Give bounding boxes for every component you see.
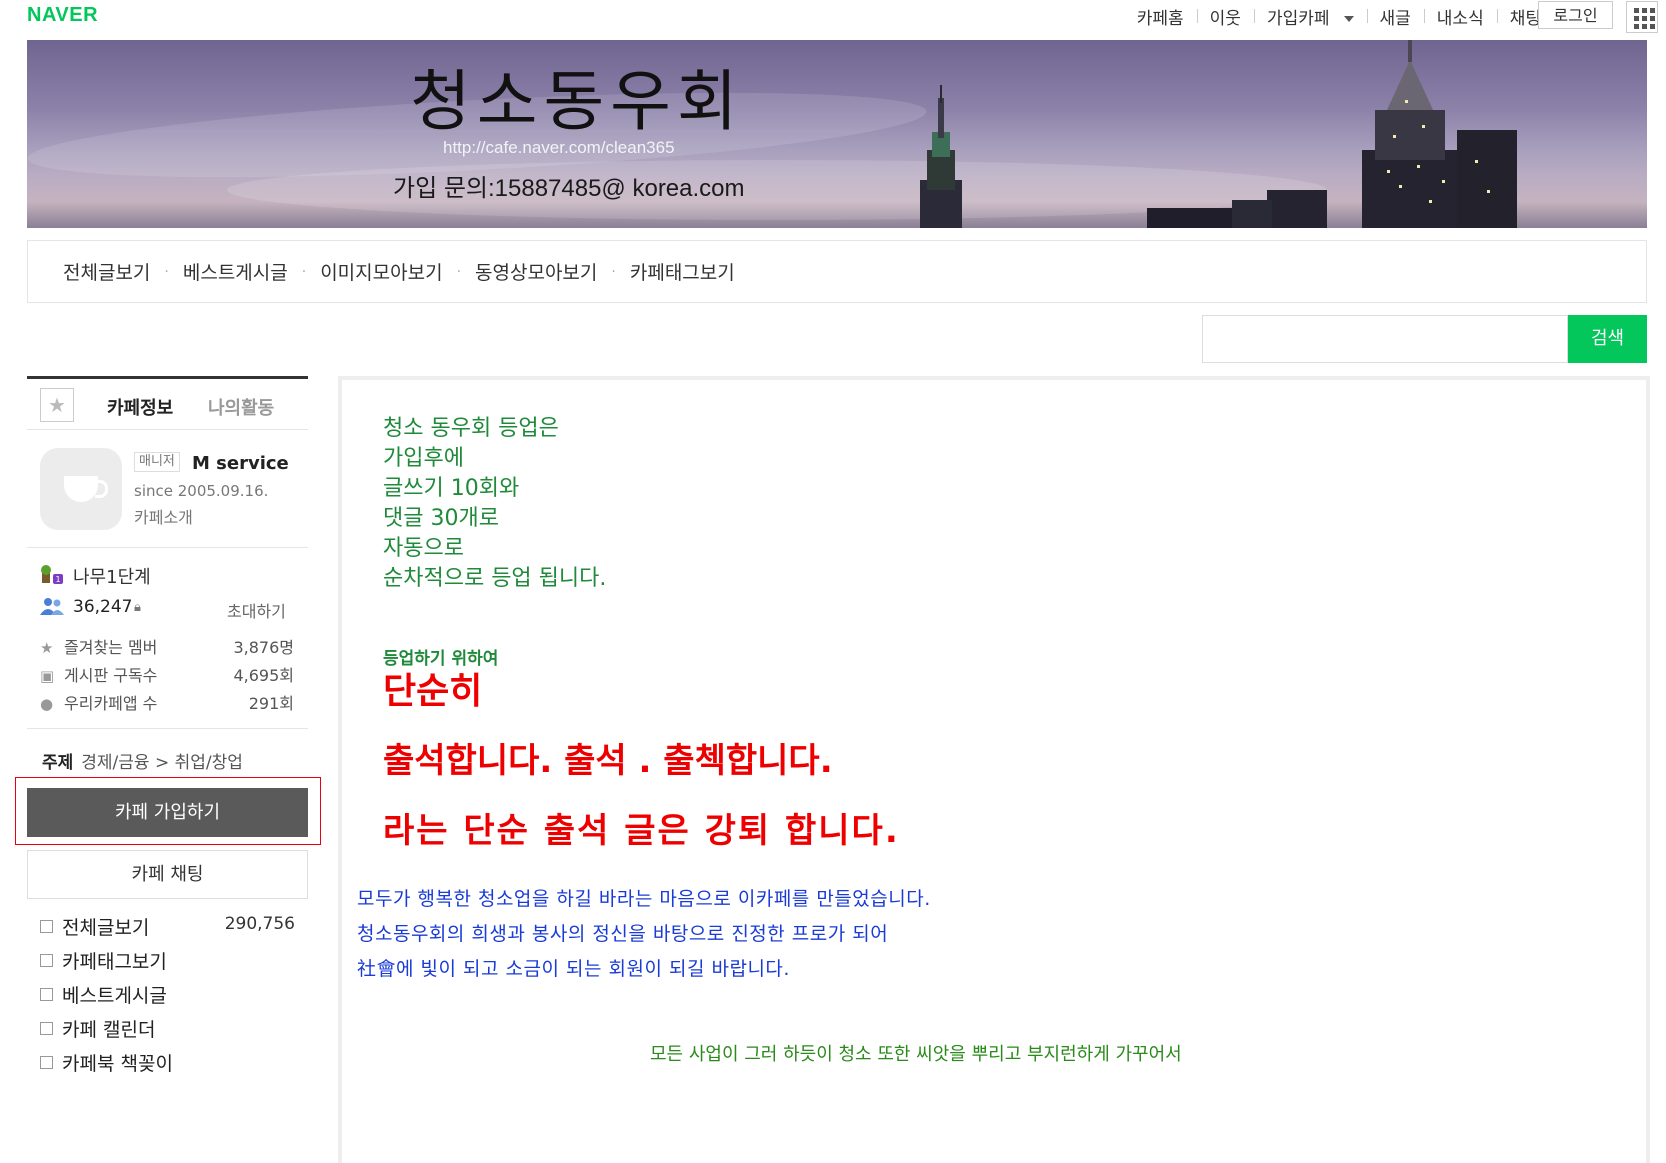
cafe-mission: 모두가 행복한 청소업을 하길 바라는 마음으로 이카페를 만들었습니다. 청소… [357,888,931,980]
warning-line-3: 라는 단순 출석 글은 강퇴 합니다. [383,811,900,851]
menu-separator: · [164,263,169,280]
menu-separator: · [611,263,616,280]
cafe-menubar: 전체글보기 · 베스트게시글 · 이미지모아보기 · 동영상모아보기 · 카페태… [27,240,1647,303]
member-count[interactable]: 36,247 [73,597,132,617]
banner-contact: 가입 문의:15887485@ korea.com [393,175,745,202]
apps-grid-icon[interactable] [1626,1,1658,33]
app-icon: ● [40,695,54,713]
cafe-intro-link[interactable]: 카페소개 [134,504,193,528]
join-cafe-button[interactable]: 카페 가입하기 [27,788,308,837]
stat-favorite-members: ★ 즐겨찾는 멤버 3,876명 [40,638,294,657]
level-icon: 1 [41,565,63,584]
nav-joined-cafes-label: 가입카페 [1266,8,1330,29]
lock-icon: 🔒︎ [134,600,141,615]
divider [27,547,308,548]
manager-name[interactable]: M service [192,453,289,474]
calendar-icon [40,1022,53,1035]
invite-button[interactable]: 초대하기 [227,598,286,622]
menu-images[interactable]: 이미지모아보기 [320,258,442,285]
banner-title: 청소동우회 [410,63,744,140]
tab-cafe-info[interactable]: 카페정보 [107,394,173,420]
book-icon [40,1056,53,1069]
sidebar-tabs: ★ 카페정보 나의활동 [27,376,308,430]
tab-my-activity[interactable]: 나의활동 [208,394,274,420]
topic-value[interactable]: 경제/금융 > 취업/창업 [81,753,243,773]
naver-logo[interactable]: NAVER [27,4,98,27]
star-icon[interactable]: ★ [40,388,74,422]
nav-new-posts[interactable]: 새글 [1366,4,1424,29]
topic-label: 주제 [42,753,74,773]
dropdown-caret-icon [1343,15,1354,22]
cafe-chat-button[interactable]: 카페 채팅 [27,850,308,899]
menu-videos[interactable]: 동영상모아보기 [475,258,597,285]
closing-text: 모든 사업이 그러 하듯이 청소 또한 씨앗을 뿌리고 부지런하게 가꾸어서 [650,1044,1182,1065]
sidebar-item-best[interactable]: 베스트게시글 [40,981,295,1015]
nav-neighbors[interactable]: 이웃 [1196,4,1254,29]
nav-my-news[interactable]: 내소식 [1423,4,1497,29]
cafe-topic: 주제 경제/금융 > 취업/창업 [42,748,243,773]
menu-separator: · [301,263,307,280]
star-small-icon: ★ [40,639,54,657]
members-icon [40,598,64,615]
stat-cafe-app: ● 우리카페앱 수 291회 [40,694,294,713]
cup-icon [64,476,98,502]
sidebar-item-all-posts[interactable]: 전체글보기 290,756 [40,913,295,947]
search-button[interactable]: 검색 [1568,315,1647,363]
menu-best-posts[interactable]: 베스트게시글 [183,258,288,285]
skyline-image [920,40,1517,228]
cafe-thumbnail[interactable] [40,448,122,530]
manager-badge: 매니저 [134,452,180,472]
menu-separator: · [456,263,462,280]
banner-url: http://cafe.naver.com/clean365 [443,138,675,157]
sidebar-menu: 전체글보기 290,756 카페태그보기 베스트게시글 카페 캘린더 카페북 책꽂… [40,913,295,1083]
menu-tags[interactable]: 카페태그보기 [630,258,735,285]
board-icon [40,988,53,1001]
svg-text:1: 1 [55,575,60,584]
sidebar-item-bookshelf[interactable]: 카페북 책꽂이 [40,1049,295,1083]
nav-joined-cafes[interactable]: 가입카페 [1253,4,1367,29]
warning-line-2: 출석합니다. 출석 . 출첵합니다. [383,741,833,781]
sidebar-item-calendar[interactable]: 카페 캘린더 [40,1015,295,1049]
login-button[interactable]: 로그인 [1538,1,1613,29]
rss-icon: ▣ [40,667,55,685]
board-icon [40,920,53,933]
since-date: since 2005.09.16. [134,482,269,500]
search-input[interactable] [1202,315,1568,363]
cafe-level[interactable]: 나무1단계 [73,563,151,589]
global-nav: 카페홈 이웃 가입카페 새글 내소식 채팅 [1124,0,1554,32]
sidebar-item-tags[interactable]: 카페태그보기 [40,947,295,981]
menu-all-posts[interactable]: 전체글보기 [63,258,150,285]
levelup-notice: 청소 동우회 등업은 가입후에 글쓰기 10회와 댓글 30개로 자동으로 순차… [383,416,607,591]
cafe-banner[interactable]: 청소동우회 http://cafe.naver.com/clean365 가입 … [27,40,1647,228]
divider [27,728,308,729]
warning-line-1: 단순히 [383,671,483,712]
board-icon [40,954,53,967]
stat-board-subscribers: ▣ 게시판 구독수 4,695회 [40,666,294,685]
nav-cafe-home[interactable]: 카페홈 [1124,4,1197,29]
